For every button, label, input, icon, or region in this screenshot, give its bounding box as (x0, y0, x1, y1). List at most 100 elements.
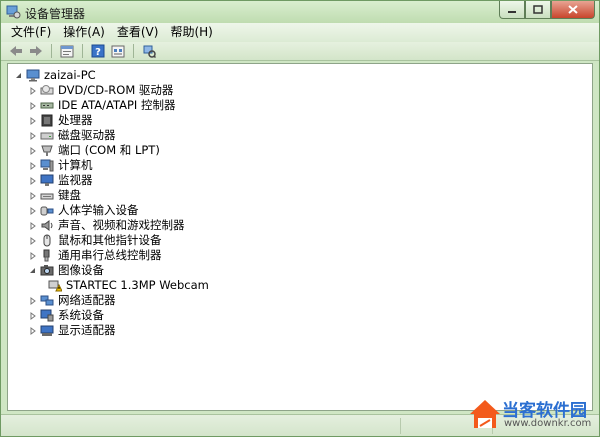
menu-help[interactable]: 帮助(H) (164, 23, 218, 42)
expand-arrow-icon[interactable] (28, 233, 37, 248)
device-manager-icon (6, 5, 21, 19)
sound-icon (41, 220, 53, 231)
tree-item-label: 声音、视频和游戏控制器 (58, 218, 185, 232)
svg-text:?: ? (95, 47, 101, 58)
tree-item[interactable]: 处理器 (28, 113, 93, 128)
device-manager-window: 设备管理器 文件(F) 操作(A) 查看(V) 帮助(H) ? zaizai-P… (0, 0, 600, 437)
expand-arrow-icon[interactable] (28, 83, 37, 98)
tree-item[interactable]: 系统设备 (28, 308, 104, 323)
disk-drive-icon (40, 132, 54, 140)
close-icon (568, 5, 578, 14)
tree-item[interactable]: 通用串行总线控制器 (28, 248, 162, 263)
tree-item[interactable]: 人体学输入设备 (28, 203, 139, 218)
minimize-icon (508, 10, 516, 13)
menu-action[interactable]: 操作(A) (57, 23, 111, 42)
tree-item[interactable]: 磁盘驱动器 (28, 128, 116, 143)
toolbar-separator (133, 44, 134, 58)
collapse-arrow-icon[interactable] (14, 68, 23, 83)
toolbar: ? (1, 42, 599, 61)
toolbar-separator (82, 44, 83, 58)
expand-arrow-icon[interactable] (28, 98, 37, 113)
tree-item-label: 磁盘驱动器 (58, 128, 116, 142)
house-logo-icon (470, 400, 500, 428)
tree-item-label: 人体学输入设备 (58, 203, 139, 217)
expand-arrow-icon[interactable] (28, 293, 37, 308)
minimize-button[interactable] (499, 1, 525, 19)
expand-arrow-icon[interactable] (28, 308, 37, 323)
menu-bar: 文件(F) 操作(A) 查看(V) 帮助(H) (1, 23, 599, 42)
maximize-icon (533, 5, 543, 14)
tree-item-label: 键盘 (58, 188, 81, 202)
expand-arrow-icon[interactable] (28, 143, 37, 158)
tree-item[interactable]: 鼠标和其他指针设备 (28, 233, 162, 248)
expand-arrow-icon[interactable] (28, 203, 37, 218)
tree-item-label: 鼠标和其他指针设备 (58, 233, 162, 247)
watermark-logo: 当客软件园 www.downkr.com (466, 394, 596, 434)
tree-item-label: 计算机 (58, 158, 93, 172)
properties-icon (60, 45, 74, 57)
tree-item[interactable]: 声音、视频和游戏控制器 (28, 218, 185, 233)
back-icon (10, 46, 22, 56)
expand-arrow-icon[interactable] (28, 158, 37, 173)
tree-item-label: 图像设备 (58, 263, 104, 277)
ide-controller-icon (40, 102, 54, 109)
dvd-drive-icon (40, 85, 54, 95)
expand-arrow-icon[interactable] (28, 173, 37, 188)
tree-item[interactable]: 监视器 (28, 173, 93, 188)
scan-hardware-icon (143, 45, 156, 58)
computer-icon (40, 159, 54, 172)
tree-child-item[interactable]: STARTEC 1.3MP Webcam (48, 278, 209, 293)
expand-arrow-icon[interactable] (28, 113, 37, 128)
expand-arrow-icon[interactable] (28, 128, 37, 143)
maximize-button[interactable] (525, 1, 551, 19)
tree-item-label: IDE ATA/ATAPI 控制器 (58, 98, 176, 112)
tree-item-expanded[interactable]: 图像设备 (28, 263, 104, 278)
tree-item-label: 处理器 (58, 113, 93, 127)
expand-arrow-icon[interactable] (28, 218, 37, 233)
root-label: zaizai-PC (44, 68, 96, 82)
network-adapter-icon (40, 295, 54, 306)
tree-item[interactable]: 键盘 (28, 188, 81, 203)
tree-item-label: 端口 (COM 和 LPT) (58, 143, 160, 157)
title-bar[interactable]: 设备管理器 (1, 1, 599, 23)
menu-view[interactable]: 查看(V) (111, 23, 165, 42)
tree-item[interactable]: 网络适配器 (28, 293, 116, 308)
keyboard-icon (40, 193, 54, 200)
usb-icon (43, 249, 50, 262)
help-button[interactable]: ? (89, 43, 107, 59)
tree-item-label: 显示适配器 (58, 323, 116, 337)
display-adapter-icon (40, 325, 54, 336)
port-icon (41, 145, 53, 156)
properties-button[interactable] (58, 43, 76, 59)
forward-icon (30, 46, 42, 56)
tree-item[interactable]: 显示适配器 (28, 323, 116, 338)
imaging-device-icon (40, 265, 54, 276)
tree-item[interactable]: IDE ATA/ATAPI 控制器 (28, 98, 175, 113)
expand-arrow-icon[interactable] (28, 323, 37, 338)
device-tree-pane[interactable]: zaizai-PC DVD/CD-ROM 驱动器 IDE ATA/ATAPI 控… (7, 63, 593, 411)
tree-item-label: DVD/CD-ROM 驱动器 (58, 83, 174, 97)
tree-item[interactable]: 计算机 (28, 158, 93, 173)
back-button[interactable] (7, 43, 25, 59)
system-device-icon (40, 309, 54, 322)
watermark-url: www.downkr.com (504, 418, 592, 429)
hid-icon (40, 206, 54, 216)
collapse-arrow-icon[interactable] (28, 263, 37, 278)
tree-item-label: 系统设备 (58, 308, 104, 322)
scan-hardware-button[interactable] (140, 43, 158, 59)
tree-item-label: 通用串行总线控制器 (58, 248, 162, 262)
expand-arrow-icon[interactable] (28, 248, 37, 263)
tree-item[interactable]: 端口 (COM 和 LPT) (28, 143, 160, 158)
tree-item[interactable]: DVD/CD-ROM 驱动器 (28, 83, 173, 98)
menu-file[interactable]: 文件(F) (5, 23, 57, 42)
toolbar-separator (51, 44, 52, 58)
close-button[interactable] (551, 1, 595, 19)
tree-item-label: 监视器 (58, 173, 93, 187)
tree-root[interactable]: zaizai-PC (14, 68, 96, 83)
show-hidden-button[interactable] (109, 43, 127, 59)
processor-icon (41, 114, 53, 127)
show-hidden-icon (111, 45, 125, 57)
computer-icon (26, 69, 40, 82)
expand-arrow-icon[interactable] (28, 188, 37, 203)
forward-button[interactable] (27, 43, 45, 59)
